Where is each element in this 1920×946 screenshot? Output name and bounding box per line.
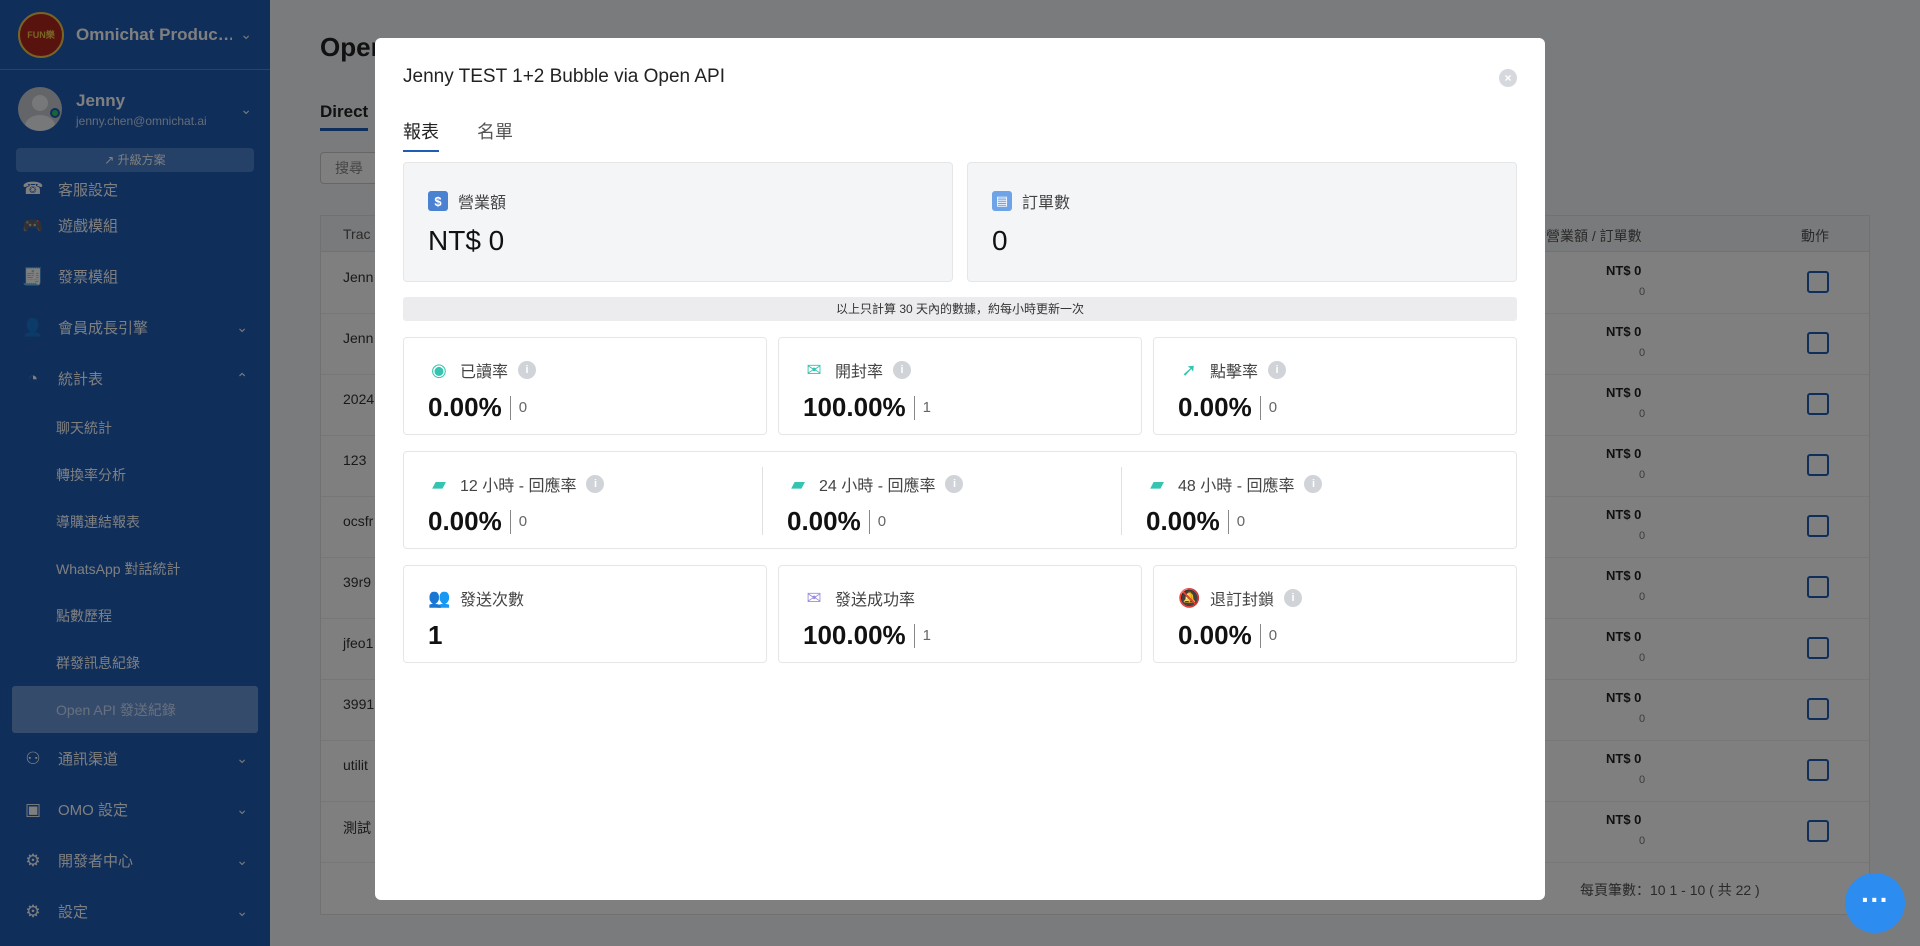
metric-value-row: 0.00% 0 bbox=[1178, 392, 1277, 423]
users-icon: 👥 bbox=[428, 587, 451, 608]
info-icon[interactable]: i bbox=[1268, 361, 1287, 379]
metric-label-row: ▰ 12 小時 - 回應率 i bbox=[428, 472, 605, 496]
tab-report[interactable]: 報表 bbox=[403, 118, 439, 152]
response-rate-column: ▰ 48 小時 - 回應率 i 0.00% 0 bbox=[1122, 452, 1482, 550]
chat-widget-button[interactable]: ··· bbox=[1845, 873, 1905, 933]
report-modal: Jenny TEST 1+2 Bubble via Open API × 報表 … bbox=[375, 38, 1545, 900]
metric-count: 0 bbox=[1236, 513, 1246, 530]
metric-count: 0 bbox=[1268, 399, 1278, 416]
divider bbox=[1227, 509, 1229, 534]
eye-icon: ◉ bbox=[431, 359, 447, 380]
metric-card: ◉ 已讀率 i 0.00% 0 bbox=[403, 337, 767, 435]
modal-tabs: 報表 名單 bbox=[403, 118, 551, 152]
info-icon[interactable]: i bbox=[1284, 589, 1303, 607]
data-note: 以上只計算 30 天內的數據，約每小時更新一次 bbox=[403, 297, 1517, 321]
orders-card: ▤ 訂單數 0 bbox=[967, 162, 1517, 282]
metric-value: 0.00% bbox=[1178, 620, 1252, 650]
column-divider bbox=[1121, 467, 1122, 535]
metric-value-row: 100.00% 1 bbox=[803, 392, 931, 423]
info-icon[interactable]: i bbox=[893, 361, 912, 379]
divider bbox=[913, 623, 915, 648]
metric-label: 已讀率 bbox=[460, 364, 509, 381]
divider bbox=[509, 395, 511, 420]
metric-count: 1 bbox=[922, 399, 931, 416]
metric-label: 48 小時 - 回應率 bbox=[1178, 478, 1295, 495]
metric-label-row: ◉ 已讀率 i bbox=[428, 358, 537, 382]
metric-card: ✉ 開封率 i 100.00% 1 bbox=[778, 337, 1142, 435]
metric-value-row: 100.00% 1 bbox=[803, 620, 931, 651]
response-rate-column: ▰ 12 小時 - 回應率 i 0.00% 0 bbox=[404, 452, 764, 550]
metric-label-row: ▰ 48 小時 - 回應率 i bbox=[1146, 472, 1323, 496]
info-icon[interactable]: i bbox=[945, 475, 964, 493]
metric-value: 0.00% bbox=[787, 506, 861, 536]
metric-value: 100.00% bbox=[803, 620, 906, 650]
metric-label: 退訂封鎖 bbox=[1210, 592, 1275, 609]
metric-value: 0.00% bbox=[1178, 392, 1252, 422]
metric-value: 0.00% bbox=[1146, 506, 1220, 536]
metric-value: 100.00% bbox=[803, 392, 906, 422]
bell-off-icon: 🔕 bbox=[1178, 587, 1201, 608]
info-icon[interactable]: i bbox=[518, 361, 537, 379]
mail-icon: ✉ bbox=[806, 587, 822, 608]
chat-bubble-icon: ▰ bbox=[791, 473, 805, 494]
orders-label: 訂單數 bbox=[1022, 195, 1071, 212]
divider bbox=[509, 509, 511, 534]
metric-label-row: 🔕 退訂封鎖 i bbox=[1178, 586, 1303, 610]
click-icon: ➚ bbox=[1181, 359, 1197, 380]
info-icon[interactable]: i bbox=[586, 475, 605, 493]
response-rate-card: ▰ 12 小時 - 回應率 i 0.00% 0 ▰ 24 小時 - 回應率 i 0.00% 0 ▰ 4… bbox=[403, 451, 1517, 549]
metric-label-row: ✉ 開封率 i bbox=[803, 358, 912, 382]
metric-label-row: 👥 發送次數 bbox=[428, 586, 524, 610]
metric-value-row: 0.00% 0 bbox=[428, 392, 527, 423]
metric-label-row: ✉ 發送成功率 bbox=[803, 586, 915, 610]
metric-label: 12 小時 - 回應率 bbox=[460, 478, 577, 495]
metric-value-row: 0.00% 0 bbox=[428, 506, 527, 537]
metric-label: 點擊率 bbox=[1210, 364, 1259, 381]
dollar-icon: $ bbox=[428, 191, 448, 211]
metric-label: 發送次數 bbox=[460, 592, 525, 609]
metric-label-row: ➚ 點擊率 i bbox=[1178, 358, 1287, 382]
metric-card: ✉ 發送成功率 100.00% 1 bbox=[778, 565, 1142, 663]
metric-label: 開封率 bbox=[835, 364, 884, 381]
divider bbox=[868, 509, 870, 534]
revenue-value: NT$ 0 bbox=[428, 225, 505, 256]
metric-value: 1 bbox=[428, 620, 443, 650]
metric-label: 發送成功率 bbox=[835, 592, 916, 609]
modal-title: Jenny TEST 1+2 Bubble via Open API bbox=[403, 66, 725, 87]
divider bbox=[1259, 395, 1261, 420]
tab-list[interactable]: 名單 bbox=[477, 118, 513, 152]
divider bbox=[1259, 623, 1261, 648]
chat-bubble-icon: ▰ bbox=[432, 473, 446, 494]
orders-value: 0 bbox=[992, 225, 1008, 256]
response-rate-column: ▰ 24 小時 - 回應率 i 0.00% 0 bbox=[763, 452, 1123, 550]
info-icon[interactable]: i bbox=[1304, 475, 1323, 493]
column-divider bbox=[762, 467, 763, 535]
metric-card: ➚ 點擊率 i 0.00% 0 bbox=[1153, 337, 1517, 435]
chat-bubble-icon: ▰ bbox=[1150, 473, 1164, 494]
close-icon[interactable]: × bbox=[1499, 69, 1517, 87]
metric-value-row: 0.00% 0 bbox=[1178, 620, 1277, 651]
metric-count: 0 bbox=[1268, 627, 1278, 644]
shopping-bag-icon: ▤ bbox=[992, 191, 1012, 211]
metric-count: 0 bbox=[877, 513, 887, 530]
metric-label: 24 小時 - 回應率 bbox=[819, 478, 936, 495]
metric-value: 0.00% bbox=[428, 506, 502, 536]
metric-label-row: ▰ 24 小時 - 回應率 i bbox=[787, 472, 964, 496]
metric-value-row: 1 bbox=[428, 620, 442, 651]
metric-count: 0 bbox=[518, 513, 528, 530]
divider bbox=[913, 395, 915, 420]
metric-card: 🔕 退訂封鎖 i 0.00% 0 bbox=[1153, 565, 1517, 663]
metric-count: 1 bbox=[922, 627, 931, 644]
metric-value-row: 0.00% 0 bbox=[1146, 506, 1245, 537]
open-envelope-icon: ✉ bbox=[806, 359, 822, 380]
revenue-card: $ 營業額 NT$ 0 bbox=[403, 162, 953, 282]
metric-card: 👥 發送次數 1 bbox=[403, 565, 767, 663]
revenue-label: 營業額 bbox=[458, 195, 507, 212]
metric-count: 0 bbox=[518, 399, 528, 416]
metric-value: 0.00% bbox=[428, 392, 502, 422]
metric-value-row: 0.00% 0 bbox=[787, 506, 886, 537]
